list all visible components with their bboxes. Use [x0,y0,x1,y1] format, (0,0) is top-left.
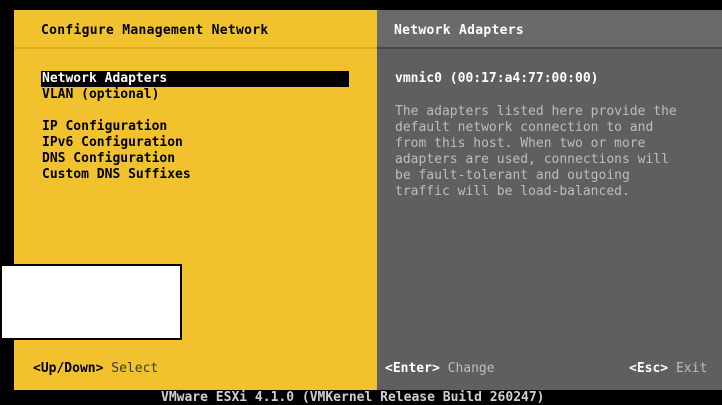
description-line: The adapters listed here provide the [395,104,677,119]
description-line: traffic will be load-balanced. [395,184,630,199]
version-text: VMware ESXi 4.1.0 (VMKernel Release Buil… [161,390,545,405]
right-header: Network Adapters [377,10,722,49]
right-pane: Network Adapters vmnic0 (00:17:a4:77:00:… [377,10,722,390]
enter-change-hint[interactable]: <Enter> Change [385,361,495,376]
esxi-dcui-screen: Configure Management Network Network Ada… [0,0,722,405]
esc-exit-hint[interactable]: <Esc> Exit [629,361,707,376]
description-line: default network connection to and [395,120,654,135]
change-action-label: Change [447,361,495,376]
select-action-label: Select [111,361,159,376]
exit-action-label: Exit [675,361,708,376]
adapter-description: The adapters listed here provide the def… [395,104,720,200]
description-line: be fault-tolerant and outgoing [395,168,630,183]
menu-list: Network Adapters VLAN (optional) IP Conf… [41,71,349,183]
left-footer-hint: <Up/Down> Select [33,361,158,376]
menu-item-network-adapters[interactable]: Network Adapters [41,71,349,87]
left-header: Configure Management Network [14,10,377,49]
menu-item-custom-dns-suffixes[interactable]: Custom DNS Suffixes [41,167,349,183]
menu-item-dns-configuration[interactable]: DNS Configuration [41,151,349,167]
blank-overlay-box [0,264,182,340]
right-pane-title: Network Adapters [394,23,525,38]
description-line: adapters are used, connections will [395,152,669,167]
esc-key-label: <Esc> [629,361,669,376]
left-pane-title: Configure Management Network [41,23,269,38]
menu-item-vlan[interactable]: VLAN (optional) [41,87,349,103]
header-divider [14,47,377,49]
updown-key-label: <Up/Down> [33,361,104,376]
status-bar: VMware ESXi 4.1.0 (VMKernel Release Buil… [14,390,722,405]
description-line: from this host. When two or more [395,136,646,151]
left-pane: Configure Management Network Network Ada… [0,10,377,390]
menu-item-ip-configuration[interactable]: IP Configuration [41,119,349,135]
enter-key-label: <Enter> [385,361,440,376]
header-divider [377,47,722,49]
menu-spacer [41,103,349,119]
adapter-name: vmnic0 (00:17:a4:77:00:00) [395,71,599,86]
menu-item-ipv6-configuration[interactable]: IPv6 Configuration [41,135,349,151]
